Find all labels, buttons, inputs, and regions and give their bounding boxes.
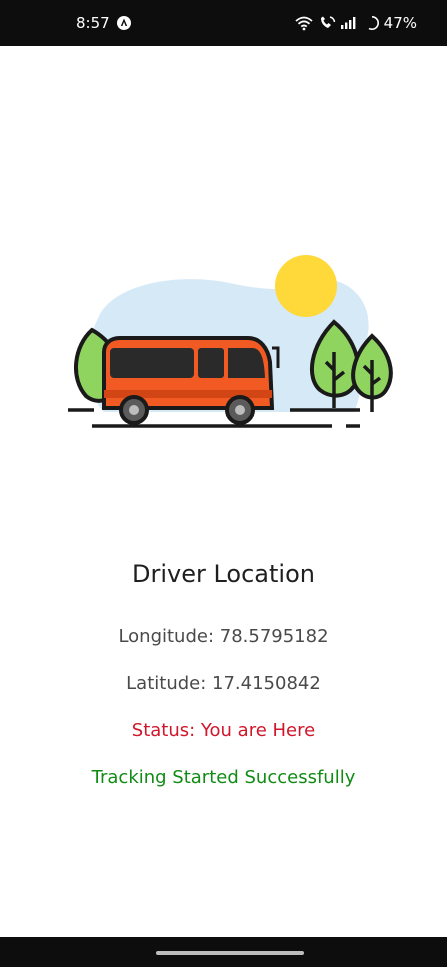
status-time: 8:57 bbox=[76, 14, 110, 32]
status-left: 8:57 bbox=[76, 14, 132, 32]
app-notification-icon bbox=[116, 15, 132, 31]
signal-icon bbox=[340, 15, 360, 31]
wifi-icon bbox=[294, 15, 314, 31]
status-text: Status: You are Here bbox=[131, 720, 316, 741]
sun bbox=[275, 255, 337, 317]
latitude-text: Latitude: 17.4150842 bbox=[126, 673, 321, 694]
status-right: 47% bbox=[294, 14, 417, 32]
page-title: Driver Location bbox=[132, 560, 315, 588]
driver-info: Driver Location Longitude: 78.5795182 La… bbox=[0, 560, 447, 814]
status-bar: 8:57 47% bbox=[0, 0, 447, 46]
longitude-text: Longitude: 78.5795182 bbox=[118, 626, 329, 647]
volte-icon bbox=[318, 15, 336, 31]
home-gesture-handle[interactable] bbox=[156, 951, 304, 955]
bus-illustration bbox=[68, 255, 393, 428]
battery-percentage: 47% bbox=[383, 14, 417, 32]
battery-icon bbox=[364, 15, 380, 31]
tracking-status-text: Tracking Started Successfully bbox=[91, 767, 356, 788]
navigation-bar bbox=[0, 937, 447, 967]
